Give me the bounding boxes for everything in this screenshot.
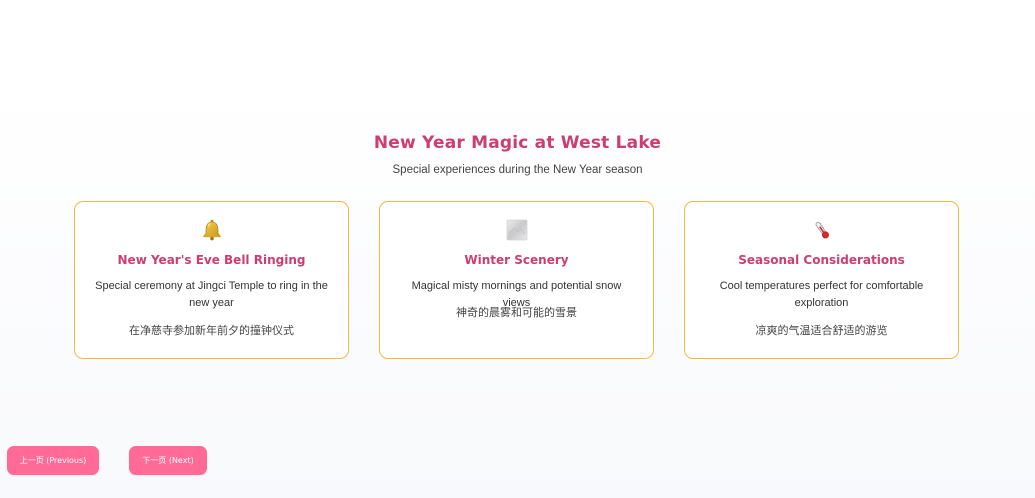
snow-scenery-icon (380, 218, 653, 242)
card-seasonal-considerations: Seasonal Considerations Cool temperature… (684, 201, 959, 359)
card-description-zh: 神奇的晨雾和可能的雪景 (456, 307, 577, 319)
card-description-zh: 在净慈寺参加新年前夕的撞钟仪式 (129, 325, 294, 337)
card-description-zh: 凉爽的气温适合舒适的游览 (755, 325, 888, 337)
card-title: New Year's Eve Bell Ringing (117, 253, 306, 267)
previous-button[interactable]: 上一页 (Previous) (7, 446, 99, 475)
section-subtitle: Special experiences during the New Year … (392, 164, 643, 176)
card-winter-scenery: Winter Scenery Magical misty mornings an… (379, 201, 654, 359)
card-description: Cool temperatures perfect for comfortabl… (719, 280, 924, 309)
new-year-section: New Year Magic at West Lake Special expe… (0, 0, 1035, 498)
thermometer-icon (685, 218, 958, 242)
next-button[interactable]: 下一页 (Next) (129, 446, 207, 475)
card-bell-ringing: New Year's Eve Bell Ringing Special cere… (74, 201, 349, 359)
card-description: Special ceremony at Jingci Temple to rin… (95, 280, 328, 309)
bell-icon (75, 218, 348, 242)
section-title: New Year Magic at West Lake (373, 133, 662, 153)
card-title: Seasonal Considerations (738, 253, 905, 267)
card-title: Winter Scenery (464, 253, 569, 267)
